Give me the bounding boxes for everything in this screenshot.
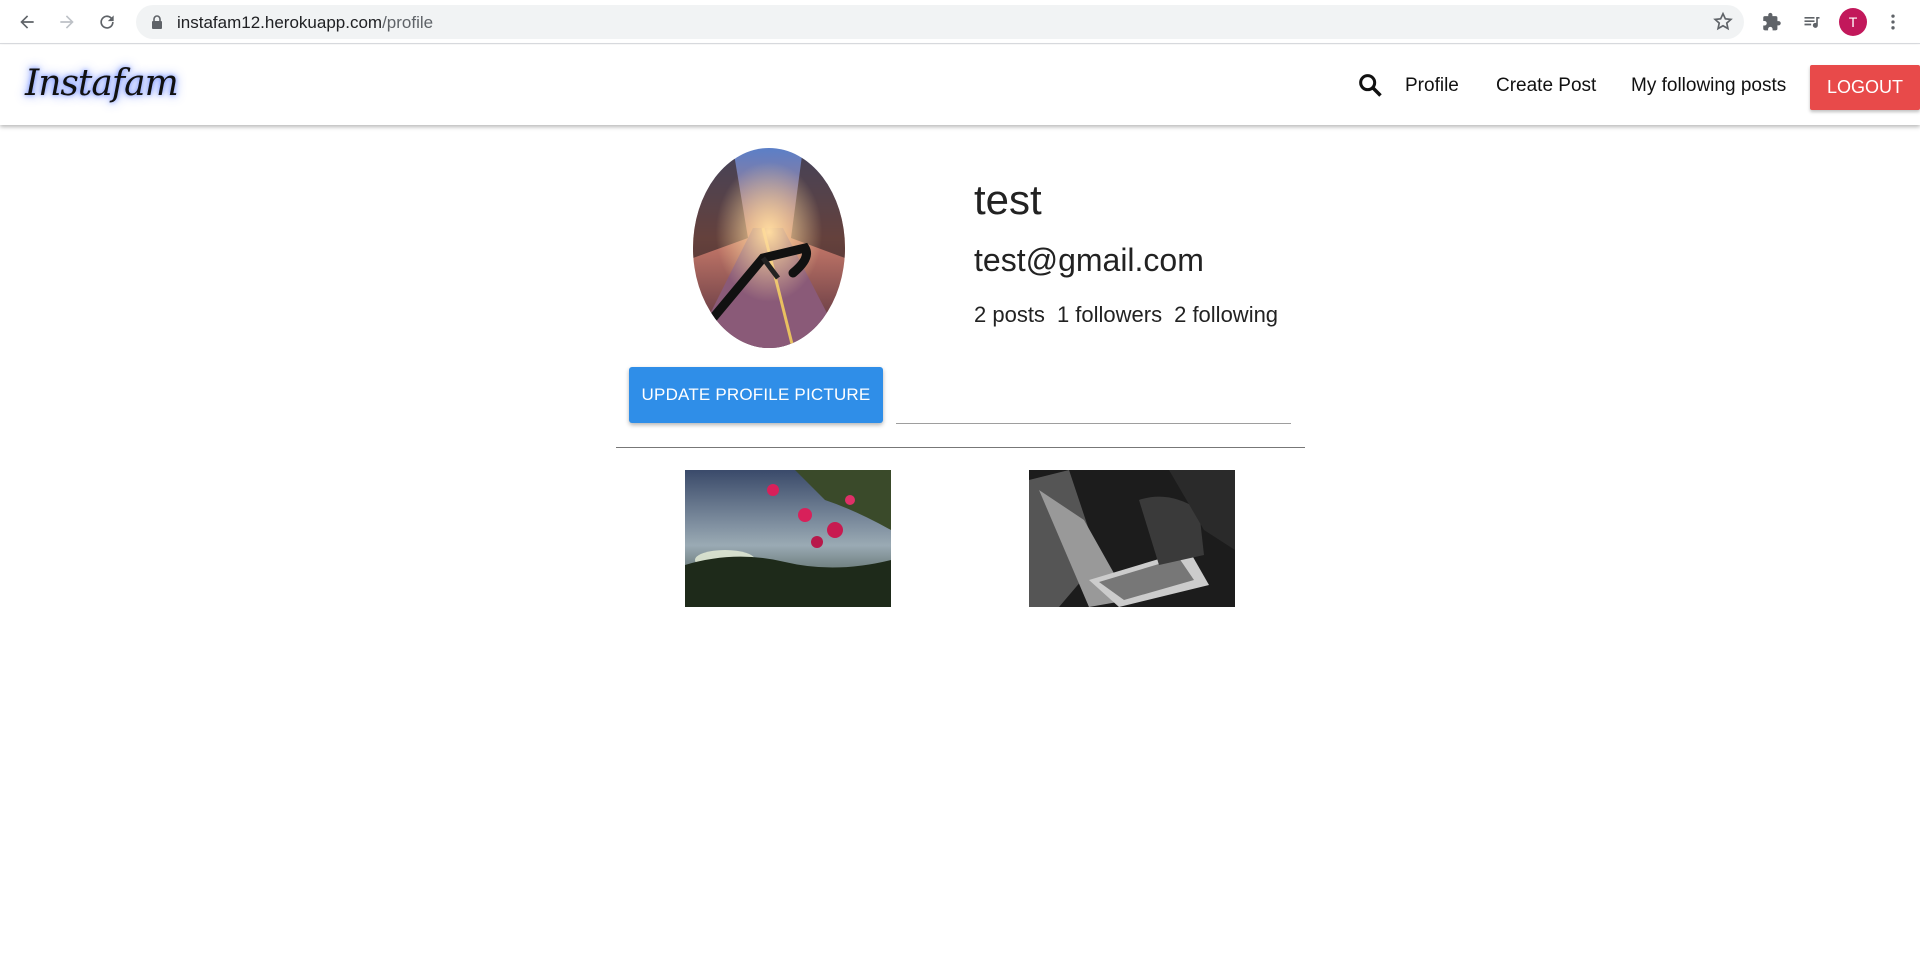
nav-profile[interactable]: Profile [1405,75,1459,97]
profile-stats: 2 posts 1 followers 2 following [974,302,1278,328]
nav-following-posts[interactable]: My following posts [1631,75,1786,97]
app-navbar: Instafam Profile Create Post My followin… [0,45,1920,125]
following-count: 2 following [1174,302,1279,327]
profile-picture [693,148,845,348]
search-icon[interactable] [1356,71,1384,99]
followers-count: 1 followers [1056,302,1163,327]
browser-toolbar: instafam12.herokuapp.com/profile T [0,0,1920,44]
divider [616,447,1305,448]
lock-icon [152,15,162,29]
nav-create-post[interactable]: Create Post [1496,75,1596,97]
url-path: /profile [382,13,434,32]
menu-icon[interactable] [1880,9,1906,35]
browser-profile-avatar[interactable]: T [1839,8,1867,36]
post-thumbnail[interactable] [1029,470,1235,607]
reload-icon[interactable] [94,9,120,35]
brand-logo[interactable]: Instafam [25,63,179,104]
profile-email: test@gmail.com [974,242,1204,278]
back-icon[interactable] [14,9,40,35]
url-text: instafam12.herokuapp.com/profile [177,13,433,33]
forward-icon[interactable] [54,9,80,35]
logout-button[interactable]: LOGOUT [1810,65,1920,110]
address-bar[interactable]: instafam12.herokuapp.com/profile [136,5,1744,39]
url-host: instafam12.herokuapp.com [177,13,383,32]
profile-username: test [974,176,1042,223]
posts-count: 2 posts [974,302,1045,327]
media-icon[interactable] [1799,9,1825,35]
star-icon[interactable] [1712,11,1734,33]
extensions-icon[interactable] [1759,9,1785,35]
post-thumbnail[interactable] [685,470,891,607]
file-path-input[interactable] [896,423,1291,424]
update-profile-picture-button[interactable]: UPDATE PROFILE PICTURE [629,367,883,423]
